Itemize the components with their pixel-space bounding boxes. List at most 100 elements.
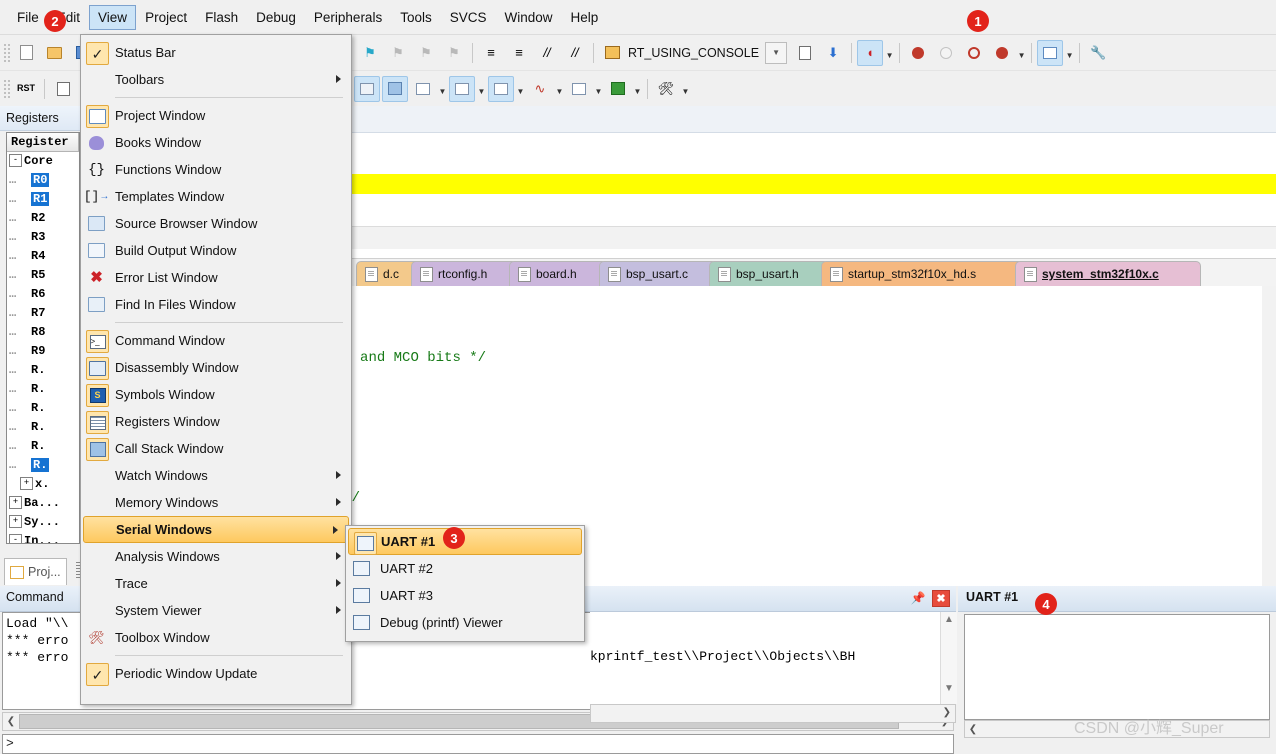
kill-all-breakpoints-icon[interactable] — [989, 40, 1015, 66]
indent-icon[interactable]: ≡ — [478, 40, 504, 66]
toolbar-grip-icon[interactable] — [2, 41, 10, 64]
register-row[interactable]: … R7 — [7, 304, 79, 323]
close-icon[interactable]: ✖ — [932, 590, 950, 607]
serial-submenu-item-uart-1[interactable]: UART #1 — [348, 528, 582, 555]
chevron-down-icon[interactable]: ▼ — [884, 41, 895, 65]
menu-debug[interactable]: Debug — [247, 5, 305, 30]
chevron-down-icon[interactable]: ▼ — [437, 77, 448, 101]
comment-icon[interactable]: // — [534, 40, 560, 66]
analysis-window-icon[interactable]: ∿ — [527, 76, 553, 102]
view-menu-item-error-list-window[interactable]: ✖ Error List Window — [81, 264, 351, 291]
editor-vertical-scrollbar[interactable] — [1262, 286, 1276, 586]
view-menu-item-trace[interactable]: Trace — [81, 570, 351, 597]
register-row[interactable]: … R2 — [7, 209, 79, 228]
register-row[interactable]: … R9 — [7, 342, 79, 361]
menu-peripherals[interactable]: Peripherals — [305, 5, 391, 30]
register-row[interactable]: - In... — [7, 532, 79, 543]
view-menu-item-find-in-files-window[interactable]: Find In Files Window — [81, 291, 351, 318]
register-row[interactable]: + Ba... — [7, 494, 79, 513]
register-row[interactable]: … R3 — [7, 228, 79, 247]
view-menu-item-command-window[interactable]: >_ Command Window — [81, 327, 351, 354]
chevron-down-icon[interactable]: ▼ — [632, 77, 643, 101]
editor-tab[interactable]: rtconfig.h — [411, 261, 517, 286]
menu-flash[interactable]: Flash — [196, 5, 247, 30]
register-row[interactable]: … R. — [7, 361, 79, 380]
tree-expander-icon[interactable]: - — [9, 154, 22, 168]
uncomment-icon[interactable]: // — [562, 40, 588, 66]
register-row[interactable]: … R1 — [7, 190, 79, 209]
chevron-left-icon[interactable]: ❮ — [965, 721, 981, 738]
menu-tools[interactable]: Tools — [391, 5, 441, 30]
serial-submenu-items[interactable]: UART #1 UART #2 UART #3 Debug (printf) View… — [346, 528, 584, 636]
serial-submenu-item-uart-3[interactable]: UART #3 — [346, 582, 584, 609]
system-viewer-icon[interactable] — [605, 76, 631, 102]
view-menu-item-periodic-window-update[interactable]: ✓ Periodic Window Update — [81, 660, 351, 687]
registers-tree[interactable]: Register - Core… R0… R1… R2… R3… R4… R5… R6… R7… R… — [6, 132, 80, 544]
chevron-down-icon[interactable]: ▼ — [515, 77, 526, 101]
register-row[interactable]: … R. — [7, 399, 79, 418]
view-menu-item-toolbox-window[interactable]: 🛠 Toolbox Window — [81, 624, 351, 651]
chevron-down-icon[interactable]: ▼ — [680, 77, 691, 101]
tree-expander-icon[interactable]: + — [20, 477, 33, 491]
disable-breakpoint-icon[interactable] — [933, 40, 959, 66]
command-input[interactable]: > — [2, 734, 954, 754]
register-row[interactable]: … R6 — [7, 285, 79, 304]
new-file-icon[interactable] — [13, 40, 39, 66]
chevron-up-icon[interactable]: ▲ — [941, 614, 957, 625]
register-row[interactable]: + x. — [7, 475, 79, 494]
view-menu-item-books-window[interactable]: Books Window — [81, 129, 351, 156]
view-menu-item-watch-windows[interactable]: Watch Windows — [81, 462, 351, 489]
chevron-right-icon[interactable]: ❯ — [943, 707, 951, 718]
chevron-down-icon[interactable]: ▼ — [476, 77, 487, 101]
serial-windows-submenu[interactable]: UART #1 UART #2 UART #3 Debug (printf) View… — [345, 525, 585, 642]
view-menu-item-project-window[interactable]: Project Window — [81, 102, 351, 129]
serial-submenu-item-debug-printf-viewer[interactable]: Debug (printf) Viewer — [346, 609, 584, 636]
target-combo-value[interactable]: RT_USING_CONSOLE — [626, 46, 765, 60]
view-menu-dropdown[interactable]: ✓ Status Bar Toolbars Project Window Books W… — [80, 34, 352, 705]
register-row[interactable]: … R. — [7, 418, 79, 437]
view-menu-item-templates-window[interactable]: [] → Templates Window — [81, 183, 351, 210]
view-menu-item-functions-window[interactable]: {} Functions Window — [81, 156, 351, 183]
view-menu-item-disassembly-window[interactable]: Disassembly Window — [81, 354, 351, 381]
tree-expander-icon[interactable]: + — [9, 515, 22, 529]
register-row[interactable]: … R5 — [7, 266, 79, 285]
batch-build-icon[interactable] — [792, 40, 818, 66]
editor-tab[interactable]: board.h — [509, 261, 607, 286]
chevron-down-icon[interactable]: ▼ — [554, 77, 565, 101]
chevron-down-icon[interactable]: ▼ — [1064, 41, 1075, 65]
register-row[interactable]: … R0 — [7, 171, 79, 190]
bookmark-toggle-icon[interactable]: ⚑ — [357, 40, 383, 66]
registers-column-header[interactable]: Register — [7, 133, 79, 152]
registers-window-icon[interactable] — [354, 75, 380, 102]
view-menu-item-memory-windows[interactable]: Memory Windows — [81, 489, 351, 516]
view-menu-item-toolbars[interactable]: Toolbars — [81, 66, 351, 93]
watch-window-icon[interactable] — [410, 76, 436, 102]
menu-svcs[interactable]: SVCS — [441, 5, 496, 30]
view-menu-item-status-bar[interactable]: ✓ Status Bar — [81, 39, 351, 66]
view-menu-item-serial-windows[interactable]: Serial Windows — [83, 516, 349, 543]
memory-window-icon[interactable] — [449, 75, 475, 102]
reset-icon[interactable]: RST — [13, 76, 39, 102]
editor-tab[interactable]: bsp_usart.h — [709, 261, 829, 286]
toolbar-grip-icon[interactable] — [2, 77, 10, 100]
editor-tab[interactable]: startup_stm32f10x_hd.s — [821, 261, 1023, 286]
register-row[interactable]: … R. — [7, 456, 79, 475]
target-combo-dropdown-icon[interactable]: ▼ — [765, 41, 788, 64]
menu-view[interactable]: View — [89, 4, 137, 30]
outdent-icon[interactable]: ≡ — [506, 40, 532, 66]
view-menu-item-call-stack-window[interactable]: Call Stack Window — [81, 435, 351, 462]
download-icon[interactable]: ⬇ — [820, 40, 846, 66]
project-window-icon[interactable] — [1037, 39, 1064, 66]
call-stack-icon[interactable] — [382, 75, 408, 102]
uart-output-area[interactable] — [964, 614, 1270, 720]
bookmark-clear-icon[interactable]: ⚑ — [441, 40, 467, 66]
view-menu-items[interactable]: ✓ Status Bar Toolbars Project Window Books W… — [81, 35, 351, 687]
view-menu-item-analysis-windows[interactable]: Analysis Windows — [81, 543, 351, 570]
trace-icon[interactable] — [566, 76, 592, 102]
bookmark-prev-icon[interactable]: ⚑ — [385, 40, 411, 66]
configure-icon[interactable]: 🔧 — [1085, 40, 1111, 66]
scroll-left-icon[interactable]: ❮ — [3, 713, 19, 730]
start-debug-session-icon[interactable]: ◖ — [857, 39, 884, 66]
view-menu-item-source-browser-window[interactable]: Source Browser Window — [81, 210, 351, 237]
disable-all-breakpoints-icon[interactable] — [961, 40, 987, 66]
